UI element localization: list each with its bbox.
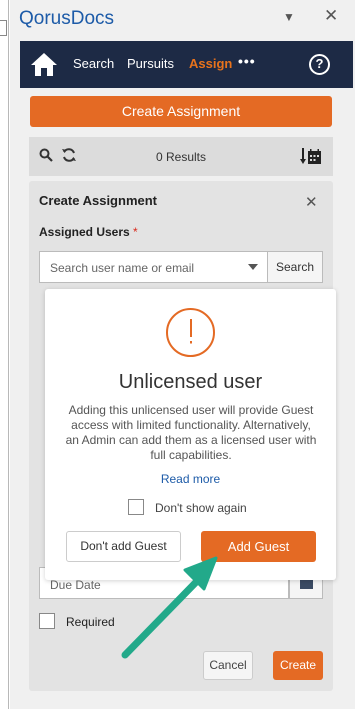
create-assignment-button[interactable]: Create Assignment xyxy=(30,96,332,127)
panel-title: Create Assignment xyxy=(39,193,157,208)
pane-titlebar: QorusDocs ▼ ✕ xyxy=(10,0,355,40)
cancel-button[interactable]: Cancel xyxy=(203,651,253,680)
help-icon[interactable]: ? xyxy=(309,54,330,75)
task-pane: QorusDocs ▼ ✕ Search Pursuits Assign •••… xyxy=(10,0,355,709)
exclamation-icon xyxy=(190,319,192,344)
assigned-users-text: Assigned Users xyxy=(39,225,130,239)
pane-options-icon[interactable]: ▼ xyxy=(283,10,295,24)
create-button[interactable]: Create xyxy=(273,651,323,680)
dont-add-guest-button[interactable]: Don't add Guest xyxy=(66,531,181,562)
dialog-body: Adding this unlicensed user will provide… xyxy=(65,403,317,462)
home-icon[interactable] xyxy=(30,51,58,77)
nav-assign[interactable]: Assign xyxy=(189,56,232,71)
document-edge xyxy=(0,0,9,709)
required-checkbox[interactable] xyxy=(39,613,55,629)
panel-close-icon[interactable]: ✕ xyxy=(305,193,318,211)
nav-pursuits[interactable]: Pursuits xyxy=(127,56,174,71)
assigned-users-label: Assigned Users * xyxy=(39,225,138,239)
exclamation-circle-icon xyxy=(166,308,215,357)
required-label: Required xyxy=(66,615,115,629)
results-count: 0 Results xyxy=(155,150,207,164)
pane-close-icon[interactable]: ✕ xyxy=(324,6,338,26)
user-search-button[interactable]: Search xyxy=(267,251,323,283)
dont-show-again-label: Don't show again xyxy=(155,501,247,515)
ruler-tick xyxy=(0,20,7,36)
user-search-input[interactable]: Search user name or email xyxy=(39,251,267,283)
required-marker: * xyxy=(133,225,138,239)
top-navbar: Search Pursuits Assign ••• ? xyxy=(20,41,353,88)
dont-show-again-checkbox[interactable] xyxy=(128,499,144,515)
nav-more-menu[interactable]: ••• xyxy=(238,53,256,69)
sort-calendar-icon[interactable] xyxy=(300,147,322,165)
app-title: QorusDocs xyxy=(19,8,115,29)
chevron-down-icon[interactable] xyxy=(248,264,258,270)
unlicensed-user-dialog: Unlicensed user Adding this unlicensed u… xyxy=(45,289,336,580)
dialog-heading: Unlicensed user xyxy=(118,371,263,393)
add-guest-button[interactable]: Add Guest xyxy=(201,531,316,562)
nav-search[interactable]: Search xyxy=(73,56,114,71)
results-bar: 0 Results xyxy=(29,137,333,176)
read-more-link[interactable]: Read more xyxy=(45,472,336,486)
